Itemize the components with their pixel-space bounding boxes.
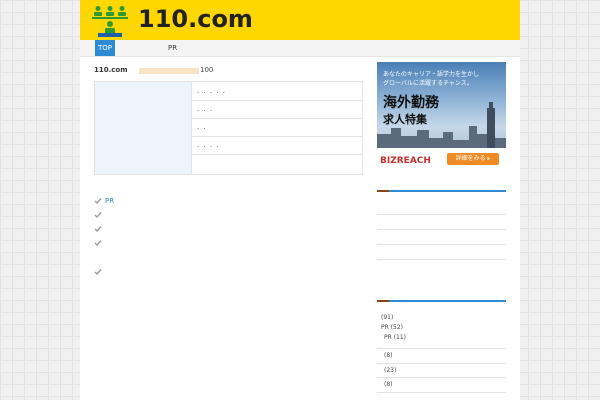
nav-item-pr[interactable]: PR: [168, 40, 177, 56]
info-row-value: . . . .: [197, 141, 220, 149]
list-item-label[interactable]: PR: [105, 197, 114, 206]
category-item[interactable]: (8): [384, 350, 513, 362]
info-table: . . . . . . . . . . . . . .: [94, 81, 363, 175]
sidebar-separator: [377, 392, 506, 393]
rank-bar: [139, 68, 199, 74]
info-row: . . . .: [192, 136, 362, 155]
sidebar-separator: [377, 259, 506, 260]
info-row-value: . . . . .: [197, 87, 227, 95]
ad-title: 海外勤務: [383, 95, 439, 111]
info-row: . . .: [192, 100, 362, 119]
info-table-label-column: [95, 82, 192, 174]
category-item[interactable]: PR (11): [384, 332, 513, 344]
info-row-value: . .: [197, 123, 207, 131]
list-item[interactable]: PR: [94, 197, 294, 207]
sidebar-divider: [377, 190, 506, 192]
sidebar-separator: [377, 244, 506, 245]
checkmark-icon: [94, 269, 102, 276]
ad-detail-button[interactable]: 詳細をみる ▸: [447, 153, 499, 165]
sidebar-separator: [377, 348, 506, 349]
sidebar-separator: [377, 377, 506, 378]
sidebar-separator: [377, 363, 506, 364]
info-row: . . . . .: [192, 82, 362, 101]
nav-item-top[interactable]: TOP: [95, 40, 115, 56]
list-item[interactable]: [94, 225, 294, 235]
sidebar-separator: [377, 214, 506, 215]
sidebar-separator: [377, 229, 506, 230]
info-row: [192, 154, 362, 172]
ad-subtitle: 求人特集: [383, 113, 427, 126]
info-row: . .: [192, 118, 362, 137]
ad-subtext: あなたのキャリア・語学力を生かし グローバルに活躍するチャンス。: [383, 71, 480, 87]
ad-banner[interactable]: あなたのキャリア・語学力を生かし グローバルに活躍するチャンス。 海外勤務 求人…: [377, 62, 506, 170]
main-nav: TOP PR: [80, 40, 520, 57]
sidebar-divider-accent: [377, 300, 389, 302]
sidebar-divider-accent: [377, 190, 389, 192]
list-item[interactable]: [94, 239, 294, 249]
rank-value: 100: [200, 66, 214, 74]
list-item[interactable]: [94, 211, 294, 221]
category-item[interactable]: (8): [384, 379, 513, 391]
checkmark-icon: [94, 212, 102, 219]
category-item[interactable]: (23): [384, 365, 513, 377]
site-header: 110.com: [80, 0, 520, 40]
ad-brand-logo: BIZREACH: [380, 156, 431, 166]
site-title[interactable]: 110.com: [138, 4, 253, 34]
people-group-icon: [92, 6, 128, 37]
checkmark-icon: [94, 226, 102, 233]
list-item[interactable]: [94, 268, 294, 278]
checkmark-icon: [94, 240, 102, 247]
checkmark-icon: [94, 198, 102, 205]
rank-label: 110.com: [94, 66, 128, 74]
ad-footer: BIZREACH 詳細をみる ▸: [377, 148, 506, 170]
sidebar-divider: [377, 300, 506, 302]
info-row-value: . . .: [197, 105, 214, 113]
